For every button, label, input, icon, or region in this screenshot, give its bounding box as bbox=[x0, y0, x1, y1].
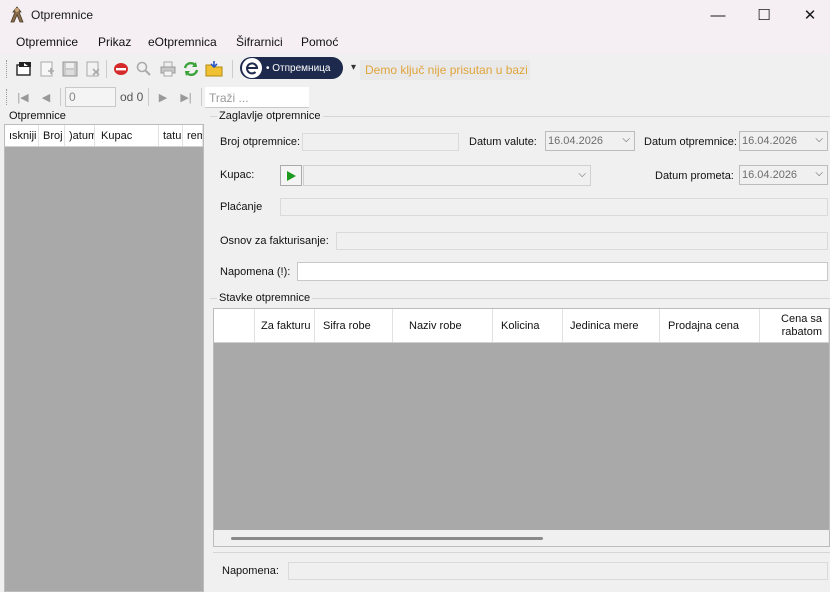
position-input[interactable]: 0 bbox=[65, 87, 116, 107]
column-header[interactable]: Za fakturu bbox=[255, 309, 315, 342]
menu-eotpremnica[interactable]: eOtpremnica bbox=[148, 35, 217, 49]
datum-valute-label: Datum valute: bbox=[469, 136, 537, 148]
title-bar: Otpremnice — ☐ ✕ bbox=[0, 0, 830, 30]
save-icon[interactable] bbox=[61, 60, 79, 78]
column-header[interactable]: ıskniji bbox=[5, 125, 39, 146]
otpremnice-grid-header: ıskniji Broj )atum Kupac tatu rem bbox=[5, 125, 203, 147]
menu-sifrarnici[interactable]: Šifrarnici bbox=[236, 35, 283, 49]
menu-prikaz[interactable]: Prikaz bbox=[98, 35, 131, 49]
refresh-icon[interactable] bbox=[182, 60, 200, 78]
datum-prometa-value: 16.04.2026 bbox=[742, 169, 798, 181]
cancel-icon[interactable] bbox=[112, 60, 130, 78]
horizontal-scrollbar[interactable] bbox=[214, 530, 829, 546]
new-window-icon[interactable] bbox=[15, 60, 33, 78]
maximize-button[interactable]: ☐ bbox=[741, 0, 787, 30]
minimize-button[interactable]: — bbox=[695, 0, 741, 30]
osnov-input[interactable] bbox=[336, 232, 828, 250]
previous-record-icon[interactable]: ◀ bbox=[38, 89, 54, 105]
placanje-input[interactable] bbox=[280, 198, 828, 216]
chevron-down-icon: ⌵ bbox=[815, 168, 823, 179]
search-placeholder: Traži ... bbox=[209, 91, 249, 105]
footer-napomena-label: Napomena: bbox=[222, 565, 279, 577]
napomena-input[interactable] bbox=[297, 262, 828, 281]
row-header-column bbox=[214, 309, 255, 342]
placanje-label: Plaćanje bbox=[220, 201, 263, 213]
broj-label: Broj otpremnice: bbox=[220, 136, 301, 148]
column-header[interactable]: rem bbox=[183, 125, 203, 146]
search-input[interactable]: Traži ... bbox=[205, 87, 309, 108]
scrollbar-thumb[interactable] bbox=[231, 537, 543, 540]
left-panel-title: Otpremnice bbox=[9, 110, 66, 122]
navigator-separator bbox=[60, 88, 61, 106]
column-header[interactable]: Cena sa rabatom bbox=[760, 309, 829, 342]
datum-valute-picker[interactable]: 16.04.2026 ⌵ bbox=[545, 131, 635, 151]
column-header[interactable]: Kupac bbox=[95, 125, 159, 146]
broj-input[interactable] bbox=[302, 133, 459, 151]
datum-otpremnice-label: Datum otpremnice: bbox=[644, 136, 737, 148]
chevron-down-icon: ⌵ bbox=[622, 134, 630, 145]
navigator-separator bbox=[148, 88, 149, 106]
demo-notice: Demo ključ nije prisutan u bazi bbox=[365, 63, 528, 77]
datum-otpremnice-picker[interactable]: 16.04.2026 ⌵ bbox=[739, 131, 828, 151]
kupac-label: Kupac: bbox=[220, 169, 255, 181]
open-folder-icon[interactable] bbox=[205, 60, 223, 78]
record-count-label: od 0 bbox=[120, 90, 144, 104]
search-icon[interactable] bbox=[135, 60, 153, 78]
datum-prometa-label: Datum prometa: bbox=[655, 170, 734, 182]
toolbar-separator bbox=[106, 60, 107, 78]
items-group-title: Stavke otpremnice bbox=[217, 292, 313, 304]
stavke-grid[interactable]: Za fakturu Sifra robe Naziv robe Kolicin… bbox=[213, 308, 830, 547]
column-header[interactable]: Broj bbox=[39, 125, 65, 146]
menu-pomoc[interactable]: Pomoć bbox=[301, 35, 338, 49]
eotpremnica-button[interactable]: • Отпремница bbox=[240, 57, 343, 79]
app-icon bbox=[10, 6, 24, 23]
add-document-icon[interactable] bbox=[38, 60, 56, 78]
column-header[interactable]: Jedinica mere bbox=[563, 309, 660, 342]
datum-valute-value: 16.04.2026 bbox=[548, 135, 604, 147]
footer-napomena-input[interactable] bbox=[288, 562, 828, 580]
toolbar-separator bbox=[232, 60, 233, 78]
delete-document-icon[interactable] bbox=[84, 60, 102, 78]
napomena-label: Napomena (!): bbox=[220, 266, 291, 278]
record-navigator: |◀ ◀ 0 od 0 ▶ ▶| Traži ... bbox=[0, 84, 830, 110]
kupac-combobox[interactable]: ⌵ bbox=[303, 165, 591, 186]
close-button[interactable]: ✕ bbox=[787, 0, 830, 30]
play-icon bbox=[287, 170, 296, 181]
last-record-icon[interactable]: ▶| bbox=[178, 89, 194, 105]
chevron-down-icon: ⌵ bbox=[578, 169, 586, 180]
next-record-icon[interactable]: ▶ bbox=[155, 89, 171, 105]
eotpremnica-button-label: • Отпремница bbox=[266, 62, 331, 74]
navigator-separator bbox=[201, 88, 202, 106]
print-icon[interactable] bbox=[159, 60, 177, 78]
window-title: Otpremnice bbox=[31, 8, 94, 22]
toolbar: • Отпремница ▾ Demo ključ nije prisutan … bbox=[0, 54, 830, 84]
datum-prometa-picker[interactable]: 16.04.2026 ⌵ bbox=[739, 165, 828, 185]
first-record-icon[interactable]: |◀ bbox=[15, 89, 31, 105]
column-header[interactable]: )atum bbox=[65, 125, 95, 146]
demo-notice-box: Demo ključ nije prisutan u bazi bbox=[360, 60, 530, 80]
otpremnice-grid[interactable]: ıskniji Broj )atum Kupac tatu rem bbox=[4, 124, 204, 592]
kupac-play-button[interactable] bbox=[280, 165, 302, 186]
navigator-grip bbox=[6, 89, 7, 105]
column-header[interactable]: tatu bbox=[159, 125, 183, 146]
menu-otpremnice[interactable]: Otpremnice bbox=[16, 35, 78, 49]
column-header[interactable]: Prodajna cena bbox=[660, 309, 760, 342]
chevron-down-icon: ⌵ bbox=[815, 134, 823, 145]
column-header[interactable]: Kolicina bbox=[493, 309, 563, 342]
column-header[interactable]: Naziv robe bbox=[393, 309, 493, 342]
e-logo-icon bbox=[242, 58, 262, 78]
dropdown-arrow-icon[interactable]: ▾ bbox=[351, 62, 356, 73]
stavke-grid-header: Za fakturu Sifra robe Naziv robe Kolicin… bbox=[214, 309, 829, 343]
left-panel: Otpremnice ıskniji Broj )atum Kupac tatu… bbox=[0, 110, 207, 592]
datum-otpremnice-value: 16.04.2026 bbox=[742, 135, 798, 147]
header-group-title: Zaglavlje otpremnice bbox=[217, 110, 323, 122]
osnov-label: Osnov za fakturisanje: bbox=[220, 235, 329, 247]
menu-bar: Otpremnice Prikaz eOtpremnica Šifrarnici… bbox=[0, 30, 830, 54]
toolbar-grip bbox=[6, 60, 8, 78]
column-header[interactable]: Sifra robe bbox=[315, 309, 393, 342]
